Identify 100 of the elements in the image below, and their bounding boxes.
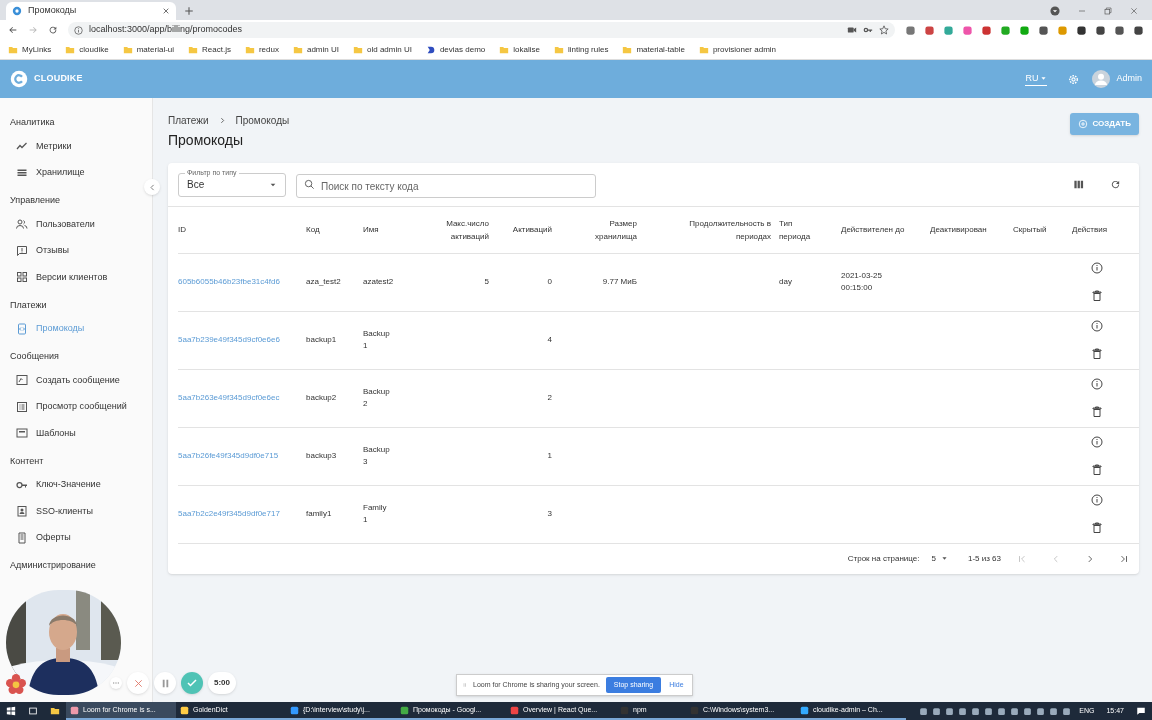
column-header: Макс.число активаций — [445, 217, 489, 243]
nav-item[interactable]: Хранилище — [10, 159, 152, 186]
profile-icon[interactable] — [1050, 6, 1060, 16]
logo-text: CLOUDIKE — [34, 72, 83, 86]
table-cell-text: Backup 3 — [363, 444, 391, 468]
column-header: Код — [306, 224, 320, 237]
section-heading: Администрирование — [10, 559, 97, 573]
delete-icon[interactable] — [1091, 406, 1103, 418]
rows-per-page-select[interactable]: 5 — [931, 552, 948, 565]
restore-icon[interactable] — [1104, 7, 1112, 15]
folder-icon — [698, 44, 709, 55]
camera-icon — [847, 25, 857, 35]
check-icon — [186, 677, 198, 689]
close-icon — [132, 677, 144, 689]
nav-item[interactable]: Версии клиентов — [10, 264, 152, 291]
browser-tab[interactable]: Промокоды — [6, 2, 176, 20]
nav-item[interactable]: Отзывы — [10, 237, 152, 264]
rows-per-page-label: Строк на странице: — [847, 552, 920, 565]
next-page-icon[interactable] — [1085, 553, 1095, 564]
breadcrumb[interactable]: Платежи — [168, 113, 209, 128]
pause-button[interactable] — [154, 672, 176, 694]
bookmark[interactable]: lokalise — [499, 43, 540, 56]
column-header: Продолжительность в периодах — [688, 217, 771, 243]
delete-icon[interactable] — [1091, 464, 1103, 476]
chevron-right-icon — [218, 117, 226, 124]
table-cell-text: 2021-03-25 00:15:00 — [841, 270, 883, 294]
windows-icon[interactable] — [6, 706, 16, 716]
refresh-icon[interactable] — [1110, 179, 1121, 190]
table-cell: backup3 — [306, 451, 337, 460]
page-title: Промокоды — [168, 131, 245, 150]
nav-item[interactable]: Пользователи — [10, 211, 152, 238]
folder-icon[interactable] — [50, 706, 60, 716]
bookmark[interactable]: linting rules — [553, 43, 609, 56]
extension-icon[interactable] — [1038, 24, 1049, 36]
app-icon — [400, 705, 409, 715]
app-icon — [800, 705, 809, 715]
columns-icon[interactable] — [1073, 179, 1084, 190]
flower-icon[interactable] — [6, 674, 26, 694]
document-icon — [16, 531, 28, 544]
folder-icon — [622, 44, 633, 55]
nav-item[interactable]: Метрики — [10, 133, 152, 160]
bookmark[interactable]: material-table — [622, 43, 685, 56]
bookmark[interactable]: devias demo — [425, 43, 486, 56]
extension-icon[interactable] — [1114, 24, 1125, 36]
bookmark[interactable]: React.js — [188, 43, 231, 56]
extension-icon[interactable] — [1133, 24, 1144, 36]
nav-item[interactable]: Шаблоны — [10, 420, 152, 447]
bookmark[interactable]: MyLinks — [8, 43, 52, 56]
table-cell: family1 — [306, 509, 332, 518]
bookmark[interactable]: cloudike — [65, 43, 109, 56]
folder-icon — [353, 44, 363, 55]
info-icon[interactable] — [1091, 320, 1103, 332]
task-view-icon[interactable] — [28, 706, 38, 716]
edit-icon — [16, 374, 28, 387]
delete-icon[interactable] — [1091, 348, 1103, 360]
star-icon[interactable] — [879, 25, 889, 35]
nav-item[interactable]: Ключ-Значение — [10, 471, 152, 498]
extension-icon[interactable] — [1076, 24, 1087, 36]
column-header: ID — [178, 224, 186, 237]
bookmark[interactable]: admin UI — [292, 43, 339, 56]
logo-icon — [425, 44, 436, 55]
close-icon[interactable] — [162, 7, 170, 15]
bookmark[interactable]: provisioner admin — [698, 43, 777, 56]
extension-icon[interactable] — [1095, 24, 1106, 36]
info-icon[interactable] — [1091, 494, 1103, 506]
more-icon — [112, 679, 120, 687]
nav-item[interactable]: SSO-клиенты — [10, 498, 152, 525]
last-page-icon[interactable] — [1119, 553, 1129, 564]
section-heading: Контент — [10, 454, 45, 468]
app-icon — [290, 705, 299, 715]
folder-icon — [553, 44, 564, 55]
new-tab-icon[interactable] — [184, 6, 194, 16]
nav-item[interactable]: Создать сообщение — [10, 367, 152, 394]
delete-icon[interactable] — [1091, 522, 1103, 534]
caret-icon — [1040, 75, 1048, 82]
info-icon[interactable] — [1091, 262, 1103, 274]
nav-item[interactable]: Просмотр сообщений — [10, 393, 152, 420]
bookmark[interactable]: material-ui — [122, 43, 175, 56]
column-header: Действителен до — [841, 224, 905, 237]
table-cell: day — [779, 277, 792, 286]
table-cell: 0 — [547, 277, 552, 286]
table-cell: backup1 — [306, 335, 337, 344]
close-icon[interactable] — [1130, 7, 1138, 15]
drag-handle-icon[interactable] — [463, 681, 467, 689]
info-icon[interactable] — [1091, 378, 1103, 390]
column-header: Размер хранилища — [594, 217, 637, 243]
nav-item[interactable]: Оферты — [10, 524, 152, 551]
reload-icon[interactable] — [48, 25, 58, 35]
table-cell: 9.77 МиБ — [602, 277, 637, 286]
table-cell-text: Backup 1 — [363, 328, 391, 352]
table-cell: 5 — [484, 277, 489, 286]
delete-icon[interactable] — [1091, 290, 1103, 302]
address-field[interactable]: localhost:3000/app/billing/promocodes — [68, 22, 895, 38]
bookmark[interactable]: old admin UI — [353, 43, 412, 56]
info-icon[interactable] — [1091, 436, 1103, 448]
bookmark[interactable]: redux — [244, 43, 279, 56]
cloud-logo-icon — [10, 70, 28, 88]
notification-icon[interactable] — [1136, 706, 1146, 716]
search-field[interactable]: Поиск по тексту кода — [296, 174, 596, 198]
folder-icon — [244, 44, 255, 55]
